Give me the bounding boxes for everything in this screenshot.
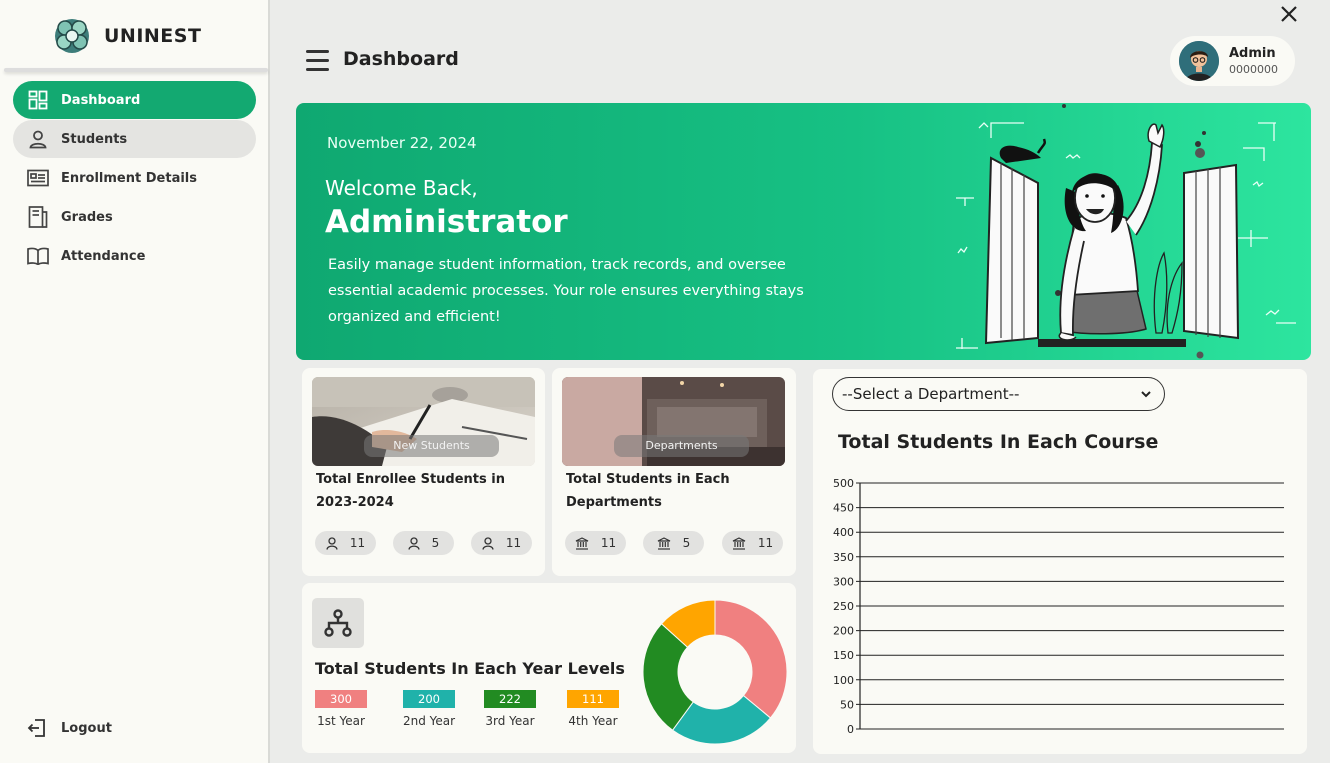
count-pill: 11: [565, 531, 626, 555]
sidebar-item-attendance[interactable]: Attendance: [13, 237, 256, 275]
sidebar-item-students[interactable]: Students: [13, 120, 256, 158]
legend-label: 3rd Year: [485, 714, 535, 728]
count-value: 11: [349, 536, 366, 550]
enrollee-students-card[interactable]: New Students Total Enrollee Students in …: [302, 368, 545, 576]
sidebar-item-label: Students: [61, 131, 128, 147]
legend-3rd-year: 222 3rd Year: [475, 690, 545, 728]
sidebar-item-dashboard[interactable]: Dashboard: [13, 81, 256, 119]
sidebar-item-label: Attendance: [61, 248, 146, 264]
banner-description: Easily manage student information, track…: [328, 257, 804, 325]
user-id: 0000000: [1229, 63, 1278, 76]
brand[interactable]: UNINEST: [52, 16, 201, 56]
logout-label: Logout: [61, 720, 112, 736]
legend-label: 4th Year: [568, 714, 618, 728]
course-chart-card: --Select a Department-- Total Students I…: [813, 369, 1307, 754]
page-title: Dashboard: [343, 48, 459, 70]
sidebar-item-label: Dashboard: [61, 92, 141, 108]
user-icon: [326, 536, 338, 550]
y-tick-label: 450: [833, 502, 854, 515]
close-icon[interactable]: [1278, 3, 1300, 25]
count-value: 11: [600, 536, 617, 550]
institution-icon: [657, 536, 670, 550]
sidebar-nav: Dashboard Students Enrollment Details Gr…: [13, 81, 256, 276]
logout-button[interactable]: Logout: [27, 718, 112, 738]
y-tick-label: 350: [833, 551, 854, 564]
year-levels-card: Total Students In Each Year Levels 300 1…: [302, 583, 796, 753]
card-title: Total Enrollee Students in 2023-2024: [316, 472, 505, 510]
sidebar-item-label: Enrollment Details: [61, 170, 197, 186]
user-icon: [408, 536, 420, 550]
banner-welcome: Welcome Back,: [325, 176, 478, 200]
institution-icon: [732, 536, 746, 550]
sidebar: UNINEST Dashboard Students Enrollment De…: [0, 0, 270, 763]
departments-image: Departments: [562, 377, 785, 466]
y-tick-label: 400: [833, 526, 854, 539]
book-icon: [27, 245, 49, 267]
sidebar-item-label: Grades: [61, 209, 113, 225]
dashboard-grid-icon: [27, 89, 49, 111]
user-icon: [482, 536, 494, 550]
user-profile[interactable]: Admin 0000000: [1170, 36, 1295, 86]
uninest-logo-icon: [55, 19, 89, 53]
count-pill: 5: [393, 531, 454, 555]
sidebar-item-enrollment-details[interactable]: Enrollment Details: [13, 159, 256, 197]
legend-2nd-year: 200 2nd Year: [394, 690, 464, 728]
welcome-banner: November 22, 2024 Welcome Back, Administ…: [296, 103, 1311, 360]
user-icon: [27, 128, 49, 150]
institution-icon: [575, 536, 589, 550]
chevron-down-icon: [1141, 391, 1151, 398]
document-icon: [27, 206, 49, 228]
y-tick-label: 250: [833, 600, 854, 613]
legend-4th-year: 111 4th Year: [558, 690, 628, 728]
year-levels-donut-chart: [642, 599, 788, 745]
department-select[interactable]: --Select a Department--: [832, 377, 1165, 411]
avatar: [1179, 41, 1219, 81]
y-tick-label: 300: [833, 575, 854, 588]
course-bar-chart: 500450400350300250200150100500: [833, 477, 1284, 736]
y-tick-label: 100: [833, 674, 854, 687]
card-title: Total Students in Each Departments: [566, 472, 730, 510]
legend-value: 200: [403, 690, 455, 708]
legend-1st-year: 300 1st Year: [306, 690, 376, 728]
banner-role: Administrator: [325, 204, 568, 240]
banner-date: November 22, 2024: [327, 134, 477, 152]
y-tick-label: 200: [833, 625, 854, 638]
image-caption: New Students: [364, 435, 499, 457]
waving-woman-illustration: [956, 104, 1296, 359]
menu-toggle-icon[interactable]: [306, 50, 329, 72]
legend-value: 222: [484, 690, 536, 708]
image-caption: Departments: [614, 435, 749, 457]
y-tick-label: 500: [833, 477, 854, 490]
count-value: 11: [505, 536, 522, 550]
user-name: Admin: [1229, 46, 1276, 61]
y-tick-label: 50: [840, 698, 854, 711]
legend-value: 111: [567, 690, 619, 708]
brand-name: UNINEST: [104, 25, 202, 47]
course-chart-title: Total Students In Each Course: [838, 431, 1159, 453]
count-value: 5: [431, 536, 440, 550]
new-students-image: New Students: [312, 377, 535, 466]
donut-slice-1st-year[interactable]: [714, 599, 788, 719]
id-card-icon: [27, 167, 49, 189]
count-value: 11: [757, 536, 774, 550]
year-levels-title: Total Students In Each Year Levels: [315, 659, 625, 678]
y-tick-label: 0: [847, 723, 854, 736]
y-tick-label: 150: [833, 649, 854, 662]
count-pill: 11: [471, 531, 532, 555]
count-pill: 5: [643, 531, 704, 555]
sidebar-item-grades[interactable]: Grades: [13, 198, 256, 236]
legend-label: 2nd Year: [402, 714, 456, 728]
brand-divider: [4, 68, 268, 72]
legend-label: 1st Year: [317, 714, 365, 728]
count-pill: 11: [315, 531, 376, 555]
departments-card[interactable]: Departments Total Students in Each Depar…: [552, 368, 796, 576]
legend-value: 300: [315, 690, 367, 708]
select-value: --Select a Department--: [842, 385, 1020, 403]
count-value: 5: [682, 536, 691, 550]
count-pill: 11: [722, 531, 783, 555]
hierarchy-icon: [312, 598, 364, 648]
logout-icon: [27, 719, 45, 737]
